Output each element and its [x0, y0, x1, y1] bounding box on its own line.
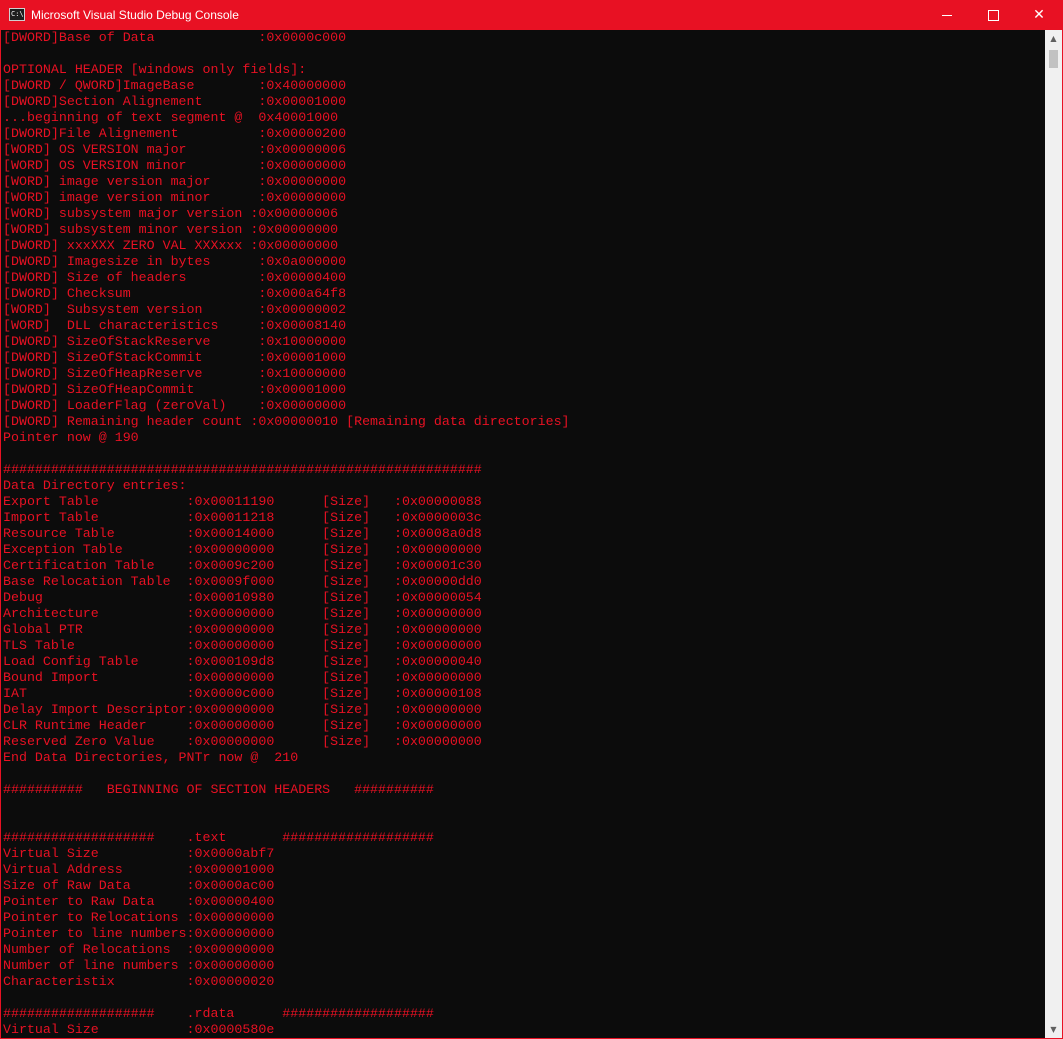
console-line: Virtual Size :0x0000580e — [3, 1022, 275, 1037]
console-line: [DWORD] Remaining header count :0x000000… — [3, 414, 570, 429]
console-line: [DWORD] SizeOfHeapCommit :0x00001000 — [3, 382, 347, 397]
console-line: End Data Directories, PNTr now @ 210 — [3, 750, 299, 765]
console-line: [WORD] OS VERSION major :0x00000006 — [3, 142, 347, 157]
console-line: [WORD] Subsystem version :0x00000002 — [3, 302, 347, 317]
console-line: Load Config Table :0x000109d8 [Size] :0x… — [3, 654, 482, 669]
window-title: Microsoft Visual Studio Debug Console — [31, 8, 239, 22]
console-line: Size of Raw Data :0x0000ac00 — [3, 878, 275, 893]
console-line: [WORD] image version minor :0x00000000 — [3, 190, 347, 205]
console-line: [DWORD / QWORD]ImageBase :0x40000000 — [3, 78, 347, 93]
console-line: [DWORD] SizeOfHeapReserve :0x10000000 — [3, 366, 347, 381]
console-line: Certification Table :0x0009c200 [Size] :… — [3, 558, 482, 573]
minimize-button[interactable] — [924, 0, 970, 30]
console-line: [DWORD]File Alignement :0x00000200 — [3, 126, 347, 141]
console-line: Delay Import Descriptor:0x00000000 [Size… — [3, 702, 482, 717]
console-line: Resource Table :0x00014000 [Size] :0x000… — [3, 526, 482, 541]
console-line: ################### .text ##############… — [3, 830, 434, 845]
console-line: ########################################… — [3, 462, 482, 477]
console-line: Number of Relocations :0x00000000 — [3, 942, 275, 957]
console-line: [DWORD]Base of Data :0x0000c000 — [3, 30, 347, 45]
console-line: Global PTR :0x00000000 [Size] :0x0000000… — [3, 622, 482, 637]
console-line: [WORD] subsystem minor version :0x000000… — [3, 222, 339, 237]
close-icon: ✕ — [1033, 7, 1045, 23]
console-line: Pointer to Raw Data :0x00000400 — [3, 894, 275, 909]
console-line: [WORD] DLL characteristics :0x00008140 — [3, 318, 347, 333]
console-line: Data Directory entries: — [3, 478, 187, 493]
console-line: TLS Table :0x00000000 [Size] :0x00000000 — [3, 638, 482, 653]
console-line: Pointer now @ 190 — [3, 430, 139, 445]
console-line: ########## BEGINNING OF SECTION HEADERS … — [3, 782, 434, 797]
console-line: [DWORD] xxxXXX ZERO VAL XXXxxx :0x000000… — [3, 238, 339, 253]
console-line: Pointer to Relocations :0x00000000 — [3, 910, 275, 925]
console-text: [DWORD]Base of Data :0x0000c000 OPTIONAL … — [1, 30, 1045, 1038]
console-line: Debug :0x00010980 [Size] :0x00000054 — [3, 590, 482, 605]
console-line: Bound Import :0x00000000 [Size] :0x00000… — [3, 670, 482, 685]
console-line: Virtual Address :0x00001000 — [3, 862, 275, 877]
console-line: Virtual Size :0x0000abf7 — [3, 846, 275, 861]
scroll-up-icon[interactable]: ▲ — [1045, 30, 1062, 47]
console-window: C:\ Microsoft Visual Studio Debug Consol… — [0, 0, 1063, 1039]
console-app-icon: C:\ — [9, 8, 25, 21]
vertical-scrollbar[interactable]: ▲ ▼ — [1045, 30, 1062, 1038]
console-line: ...beginning of text segment @ 0x4000100… — [3, 110, 339, 125]
console-line: [DWORD] Checksum :0x000a64f8 — [3, 286, 347, 301]
console-line: [WORD] subsystem major version :0x000000… — [3, 206, 339, 221]
console-line: [DWORD]Section Alignement :0x00001000 — [3, 94, 347, 109]
console-output[interactable]: [DWORD]Base of Data :0x0000c000 OPTIONAL … — [1, 30, 1045, 1038]
console-line: [DWORD] Imagesize in bytes :0x0a000000 — [3, 254, 347, 269]
console-line: Reserved Zero Value :0x00000000 [Size] :… — [3, 734, 482, 749]
maximize-icon — [987, 9, 999, 21]
console-line: Characteristix :0x00000020 — [3, 974, 275, 989]
scrollbar-thumb[interactable] — [1049, 50, 1058, 68]
minimize-icon — [942, 14, 952, 16]
console-line: ################### .rdata #############… — [3, 1006, 434, 1021]
console-line: Number of line numbers :0x00000000 — [3, 958, 275, 973]
console-line: Base Relocation Table :0x0009f000 [Size]… — [3, 574, 482, 589]
console-line: Exception Table :0x00000000 [Size] :0x00… — [3, 542, 482, 557]
console-line: [DWORD] SizeOfStackCommit :0x00001000 — [3, 350, 347, 365]
console-line: [DWORD] LoaderFlag (zeroVal) :0x00000000 — [3, 398, 347, 413]
title-bar[interactable]: C:\ Microsoft Visual Studio Debug Consol… — [0, 0, 1063, 30]
console-line: CLR Runtime Header :0x00000000 [Size] :0… — [3, 718, 482, 733]
maximize-button[interactable] — [970, 0, 1016, 30]
console-line: Architecture :0x00000000 [Size] :0x00000… — [3, 606, 482, 621]
console-line: [WORD] OS VERSION minor :0x00000000 — [3, 158, 347, 173]
console-line: Export Table :0x00011190 [Size] :0x00000… — [3, 494, 482, 509]
console-line: Pointer to line numbers:0x00000000 — [3, 926, 275, 941]
console-line: [DWORD] Size of headers :0x00000400 — [3, 270, 347, 285]
console-line: IAT :0x0000c000 [Size] :0x00000108 — [3, 686, 482, 701]
close-button[interactable]: ✕ — [1016, 0, 1062, 30]
console-line: [DWORD] SizeOfStackReserve :0x10000000 — [3, 334, 347, 349]
console-line: Import Table :0x00011218 [Size] :0x00000… — [3, 510, 482, 525]
console-line: [WORD] image version major :0x00000000 — [3, 174, 347, 189]
scroll-down-icon[interactable]: ▼ — [1045, 1021, 1062, 1038]
console-line: OPTIONAL HEADER [windows only fields]: — [3, 62, 307, 77]
